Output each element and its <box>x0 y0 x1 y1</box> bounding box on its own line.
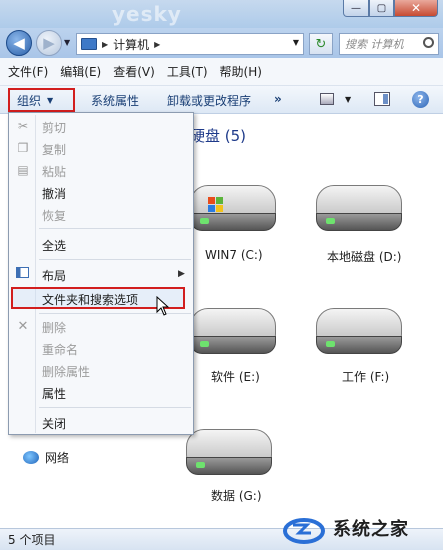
menu-redo[interactable]: 恢复 <box>42 207 66 224</box>
menu-separator <box>39 259 191 260</box>
menu-separator <box>39 228 191 229</box>
drive-e[interactable] <box>190 306 276 356</box>
menu-separator <box>39 407 191 408</box>
more-commands-button[interactable]: » <box>274 92 282 106</box>
watermark-top: yesky <box>112 2 182 26</box>
preview-pane-icon[interactable] <box>374 92 390 106</box>
drive-f[interactable] <box>316 306 402 356</box>
breadcrumb-separator-icon[interactable]: ▶ <box>102 40 108 49</box>
hard-drive-icon <box>316 183 402 233</box>
search-input[interactable]: 搜索 计算机 <box>339 33 439 55</box>
menu-icon-gutter <box>35 115 36 433</box>
view-dropdown-icon[interactable]: ▼ <box>345 95 351 104</box>
nav-pane-network[interactable]: 网络 <box>23 449 69 466</box>
minimize-button[interactable]: — <box>343 0 369 17</box>
breadcrumb-computer[interactable]: 计算机 <box>113 36 149 53</box>
hard-drive-icon <box>186 427 272 477</box>
maximize-button[interactable]: ▢ <box>369 0 394 17</box>
swoosh-logo-icon <box>283 518 325 544</box>
organize-button[interactable]: 组织 ▼ <box>8 88 75 112</box>
menu-cut[interactable]: 剪切 <box>42 119 66 136</box>
organize-label: 组织 <box>17 93 42 108</box>
item-count: 5 个项目 <box>8 533 56 547</box>
menu-file[interactable]: 文件(F) <box>8 63 48 80</box>
delete-x-icon: ✕ <box>17 319 29 334</box>
close-button[interactable]: ✕ <box>394 0 438 17</box>
address-dropdown-icon[interactable]: ▼ <box>293 38 299 47</box>
menu-close[interactable]: 关闭 <box>42 415 66 432</box>
drive-label: 本地磁盘 (D:) <box>327 250 402 264</box>
mouse-pointer-icon <box>156 295 170 316</box>
drive-g[interactable] <box>186 427 272 477</box>
drive-label: 工作 (F:) <box>342 370 390 384</box>
search-icon[interactable] <box>423 37 434 48</box>
change-view-icon[interactable] <box>320 93 334 105</box>
hard-disk-group-header[interactable]: 硬盘 (5) <box>190 125 246 146</box>
recent-pages-dropdown-icon[interactable]: ▼ <box>64 38 70 47</box>
windows-drive-icon <box>190 183 276 233</box>
organize-dropdown-menu: ✂ 剪切 ❐ 复制 ▤ 粘贴 撤消 恢复 全选 布局 ▶ 文件夹和搜索选项 ✕ … <box>8 112 194 435</box>
menu-folder-and-search-options[interactable]: 文件夹和搜索选项 <box>42 291 138 308</box>
paste-icon: ▤ <box>17 163 29 177</box>
network-label: 网络 <box>45 451 70 465</box>
menu-select-all[interactable]: 全选 <box>42 237 66 254</box>
menu-remove-properties[interactable]: 删除属性 <box>42 363 90 380</box>
window-titlebar: yesky — ▢ ✕ <box>0 0 443 28</box>
hard-drive-icon <box>316 306 402 356</box>
help-button[interactable]: ? <box>412 91 429 108</box>
menu-layout[interactable]: 布局 <box>42 267 66 284</box>
search-placeholder: 搜索 计算机 <box>345 38 404 51</box>
menu-delete[interactable]: 删除 <box>42 319 66 336</box>
computer-icon <box>81 38 97 50</box>
drive-d[interactable] <box>316 183 402 233</box>
watermark-logo: 系统之家 <box>275 505 443 550</box>
menu-help[interactable]: 帮助(H) <box>220 63 262 80</box>
drive-label: 软件 (E:) <box>211 370 260 384</box>
chevron-down-icon: ▼ <box>47 95 54 105</box>
watermark-text: 系统之家 <box>333 519 409 540</box>
menu-paste[interactable]: 粘贴 <box>42 163 66 180</box>
layout-icon <box>16 267 29 278</box>
menu-tools[interactable]: 工具(T) <box>167 63 208 80</box>
uninstall-program-button[interactable]: 卸载或更改程序 <box>167 92 251 109</box>
drive-label: WIN7 (C:) <box>205 248 263 262</box>
menu-properties[interactable]: 属性 <box>42 385 66 402</box>
drive-label: 数据 (G:) <box>211 489 262 503</box>
menu-view[interactable]: 查看(V) <box>113 63 155 80</box>
scissors-icon: ✂ <box>17 119 29 133</box>
hard-drive-icon <box>190 306 276 356</box>
copy-icon: ❐ <box>17 141 29 155</box>
command-toolbar: 组织 ▼ 系统属性 卸载或更改程序 » ▼ ? <box>0 86 443 114</box>
system-properties-button[interactable]: 系统属性 <box>91 92 139 109</box>
refresh-button[interactable]: ↻ <box>309 33 333 55</box>
navigation-bar: ◀ ▶ ▼ ▶ 计算机 ▶ ▼ ↻ 搜索 计算机 <box>0 28 443 58</box>
address-bar[interactable]: ▶ 计算机 ▶ ▼ <box>76 33 304 55</box>
submenu-arrow-icon: ▶ <box>178 269 185 279</box>
menu-undo[interactable]: 撤消 <box>42 185 66 202</box>
menu-edit[interactable]: 编辑(E) <box>60 63 101 80</box>
drive-c[interactable] <box>190 183 276 233</box>
menu-bar: 文件(F) 编辑(E) 查看(V) 工具(T) 帮助(H) <box>0 58 443 86</box>
menu-copy[interactable]: 复制 <box>42 141 66 158</box>
breadcrumb-separator-icon[interactable]: ▶ <box>154 40 160 49</box>
back-button[interactable]: ◀ <box>6 30 32 56</box>
network-icon <box>23 451 39 464</box>
menu-rename[interactable]: 重命名 <box>42 341 78 358</box>
forward-button[interactable]: ▶ <box>36 30 62 56</box>
